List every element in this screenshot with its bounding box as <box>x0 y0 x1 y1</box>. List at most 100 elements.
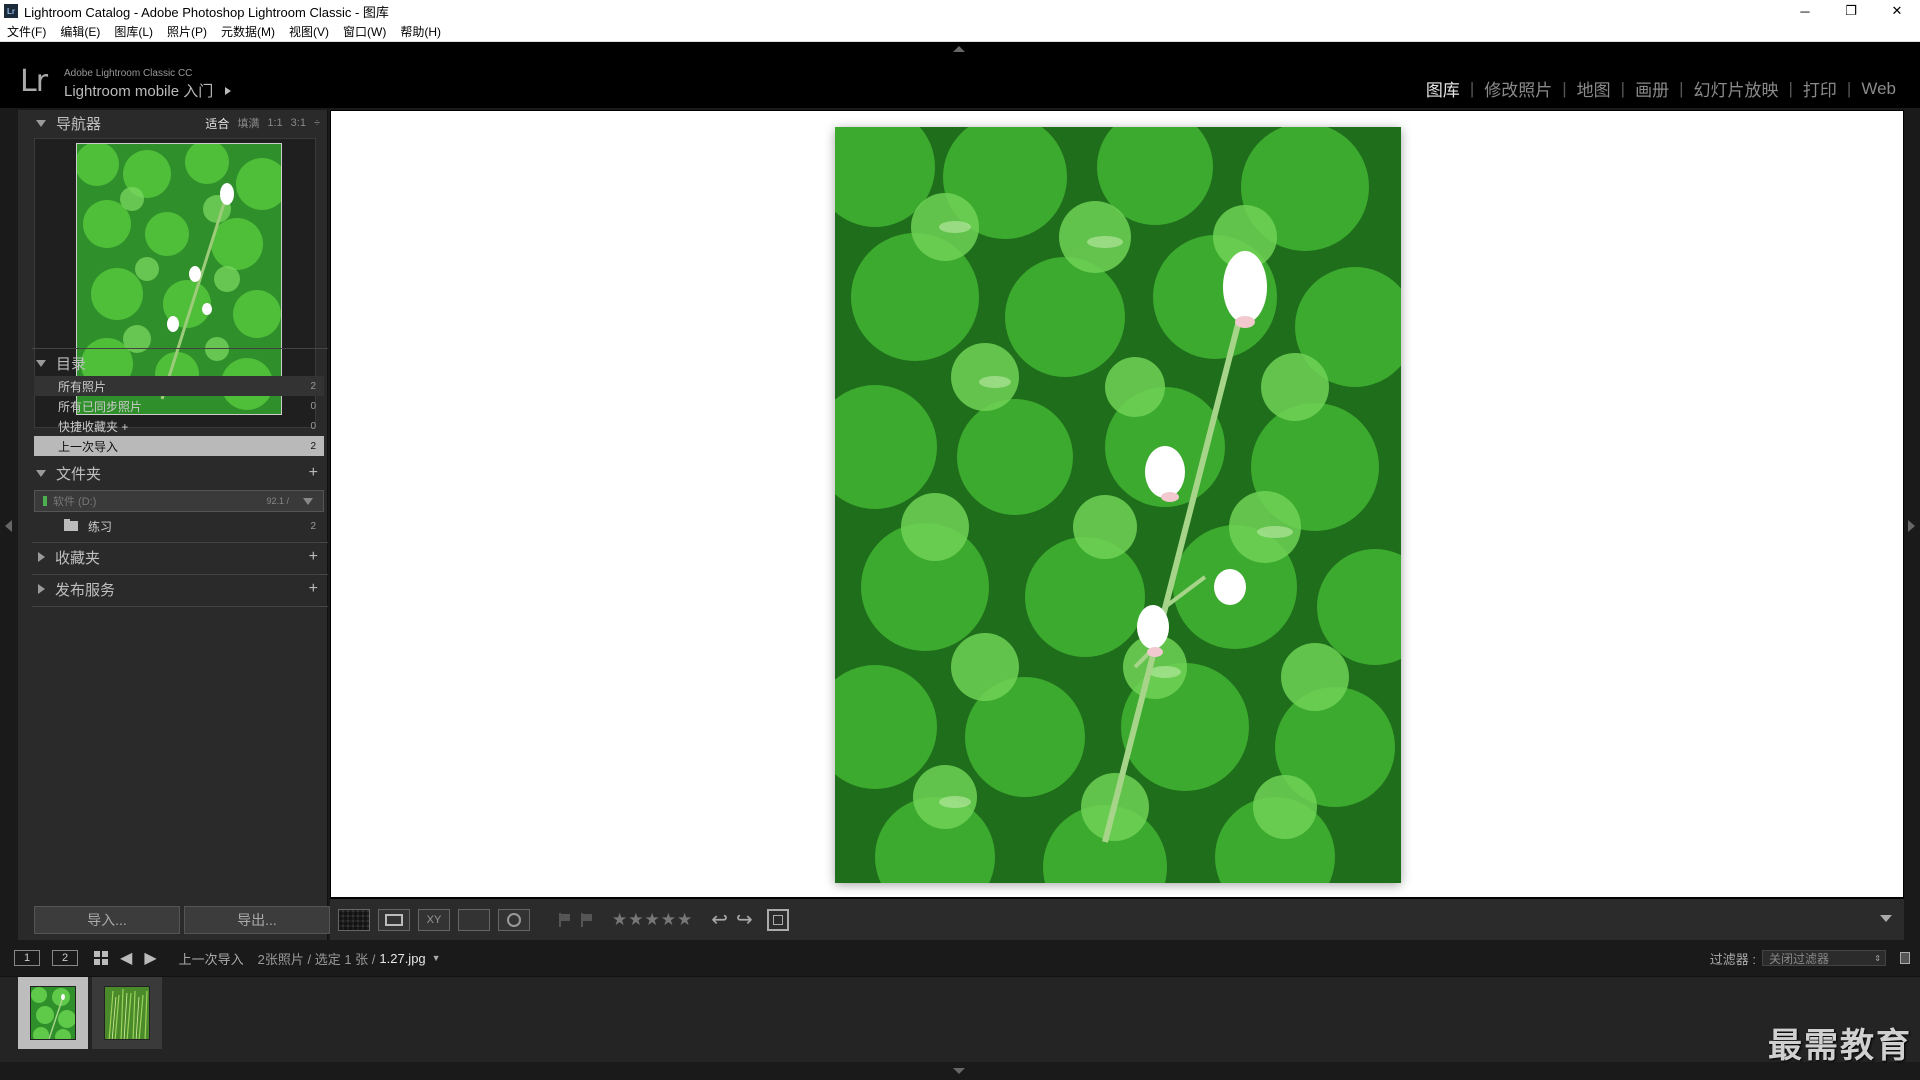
catalog-item-count: 0 <box>310 420 316 432</box>
prev-arrow-icon[interactable]: ◀ <box>120 948 132 968</box>
menu-metadata[interactable]: 元数据(M) <box>214 23 282 40</box>
product-name: Adobe Lightroom Classic CC <box>64 68 193 79</box>
module-book[interactable]: 画册 <box>1625 76 1679 101</box>
grid-view-icon[interactable] <box>338 908 370 931</box>
volume-row[interactable]: 软件 (D:) 92.1 / <box>34 490 324 512</box>
folders-header[interactable]: 文件夹 + <box>18 460 328 486</box>
zoom-fill[interactable]: 填满 <box>237 115 259 131</box>
left-panel-edge[interactable] <box>0 110 18 940</box>
rotate-left-icon[interactable]: ↩ <box>711 907 728 932</box>
collections-header[interactable]: 收藏夹 + <box>18 544 328 570</box>
next-arrow-icon[interactable]: ▶ <box>144 948 156 968</box>
restore-button[interactable]: ❐ <box>1828 0 1874 22</box>
export-button[interactable]: 导出... <box>184 906 330 934</box>
identity-plate[interactable]: Adobe Lightroom Classic CC Lightroom mob… <box>64 68 232 101</box>
disclosure-right-icon[interactable] <box>38 584 45 594</box>
folders-title: 文件夹 <box>56 465 102 483</box>
zoom-1-1[interactable]: 1:1 <box>267 117 282 129</box>
loupe-view-button[interactable] <box>378 908 410 931</box>
watermark: 最需教育 <box>1768 1026 1912 1066</box>
menu-edit[interactable]: 编辑(E) <box>53 23 107 40</box>
crop-icon[interactable] <box>766 908 789 931</box>
catalog-item-all-photos[interactable]: 所有照片 2 <box>34 376 324 396</box>
collapse-bottom-icon[interactable] <box>953 1068 965 1074</box>
folder-item-practice[interactable]: 练习 2 <box>34 516 324 536</box>
collapse-top-icon[interactable] <box>953 46 965 52</box>
window-title: Lightroom Catalog - Adobe Photoshop Ligh… <box>24 4 389 20</box>
screen2-button[interactable]: 2 <box>52 950 78 966</box>
panel-divider <box>32 574 328 575</box>
menu-view[interactable]: 视图(V) <box>282 23 336 40</box>
crop-inner <box>772 914 783 925</box>
app-badge-icon: Lr <box>4 4 18 18</box>
filmstrip-thumb-2[interactable] <box>92 977 162 1049</box>
disclosure-down-icon[interactable] <box>36 469 46 477</box>
main-photo[interactable] <box>835 127 1401 883</box>
zoom-3-1[interactable]: 3:1 <box>291 117 306 129</box>
people-view-button[interactable] <box>498 908 530 931</box>
minimize-button[interactable]: ─ <box>1782 0 1828 22</box>
add-publish-icon[interactable]: + <box>309 580 318 598</box>
zoom-fit[interactable]: 适合 <box>205 115 229 132</box>
collections-title: 收藏夹 <box>55 549 101 567</box>
catalog-header[interactable]: 目录 <box>18 350 328 376</box>
catalog-item-previous-import[interactable]: 上一次导入 2 <box>34 436 324 456</box>
volume-dropdown-icon[interactable] <box>303 497 313 505</box>
loupe-view[interactable] <box>330 110 1904 898</box>
add-collection-icon[interactable]: + <box>309 548 318 566</box>
filter-label: 过滤器 : <box>1709 951 1756 967</box>
right-panel-edge[interactable] <box>1904 110 1920 940</box>
thumbnail <box>104 986 150 1040</box>
flag-reject-icon[interactable] <box>580 912 592 927</box>
filmstrip-source[interactable]: 上一次导入 <box>179 949 244 968</box>
module-map[interactable]: 地图 <box>1567 76 1621 101</box>
close-button[interactable]: ✕ <box>1874 0 1920 22</box>
menu-photo[interactable]: 照片(P) <box>160 23 214 40</box>
filter-lock-icon[interactable] <box>1900 952 1910 964</box>
catalog-item-synced[interactable]: 所有已同步照片 0 <box>34 396 324 416</box>
publish-title: 发布服务 <box>55 581 116 599</box>
survey-view-icon[interactable] <box>458 908 490 931</box>
filter-value: 关闭过滤器 <box>1769 951 1830 966</box>
filmstrip-thumb-1[interactable] <box>18 977 88 1049</box>
lightroom-window: Lr Lightroom Catalog - Adobe Photoshop L… <box>0 0 1920 1080</box>
grass-thumb <box>105 987 149 1039</box>
zoom-more-icon[interactable]: ÷ <box>314 117 320 129</box>
bottom-panel-edge[interactable] <box>0 1062 1920 1080</box>
menu-file[interactable]: 文件(F) <box>0 23 53 40</box>
rotate-right-icon[interactable]: ↪ <box>736 907 753 932</box>
module-develop[interactable]: 修改照片 <box>1474 76 1562 101</box>
collapse-left-icon[interactable] <box>5 520 12 532</box>
catalog-item-quick-collection[interactable]: 快捷收藏夹 + 0 <box>34 416 324 436</box>
publish-header[interactable]: 发布服务 + <box>18 576 328 602</box>
catalog-item-label: 所有照片 <box>58 379 107 394</box>
module-web[interactable]: Web <box>1851 79 1906 99</box>
filmstrip-bar: 1 2 ◀ ▶ 上一次导入 2张照片 / 选定 1 张 / 1.27.jpg ▼… <box>0 940 1920 976</box>
disclosure-right-icon[interactable] <box>38 552 45 562</box>
menu-bar: 文件(F) 编辑(E) 图库(L) 照片(P) 元数据(M) 视图(V) 窗口(… <box>0 22 1920 42</box>
filename-dropdown-icon[interactable]: ▼ <box>432 953 441 963</box>
catalog-item-count: 2 <box>310 380 316 392</box>
disclosure-down-icon[interactable] <box>36 119 46 127</box>
flag-pick-icon[interactable] <box>558 912 570 927</box>
filter-select[interactable]: 关闭过滤器 ⇕ <box>1762 950 1886 966</box>
folder-label: 练习 <box>88 519 113 534</box>
folder-icon <box>64 519 78 531</box>
module-slideshow[interactable]: 幻灯片放映 <box>1684 76 1789 101</box>
screen1-button[interactable]: 1 <box>14 950 40 966</box>
module-print[interactable]: 打印 <box>1793 76 1847 101</box>
menu-window[interactable]: 窗口(W) <box>336 23 393 40</box>
collapse-right-icon[interactable] <box>1908 520 1915 532</box>
menu-help[interactable]: 帮助(H) <box>393 23 448 40</box>
star-rating[interactable]: ★★★★★ <box>612 910 693 930</box>
toolbar-dropdown-icon[interactable] <box>1880 915 1892 922</box>
menu-library[interactable]: 图库(L) <box>107 23 160 40</box>
compare-view-button[interactable]: XY <box>418 908 450 931</box>
import-button[interactable]: 导入... <box>34 906 180 934</box>
grid-icon[interactable] <box>94 951 108 965</box>
disclosure-down-icon[interactable] <box>36 359 46 367</box>
module-library[interactable]: 图库 <box>1416 76 1470 101</box>
navigator-header[interactable]: 导航器 适合 填满 1:1 3:1 ÷ <box>18 110 328 136</box>
filmstrip <box>0 976 1920 1062</box>
add-folder-icon[interactable]: + <box>309 464 318 482</box>
